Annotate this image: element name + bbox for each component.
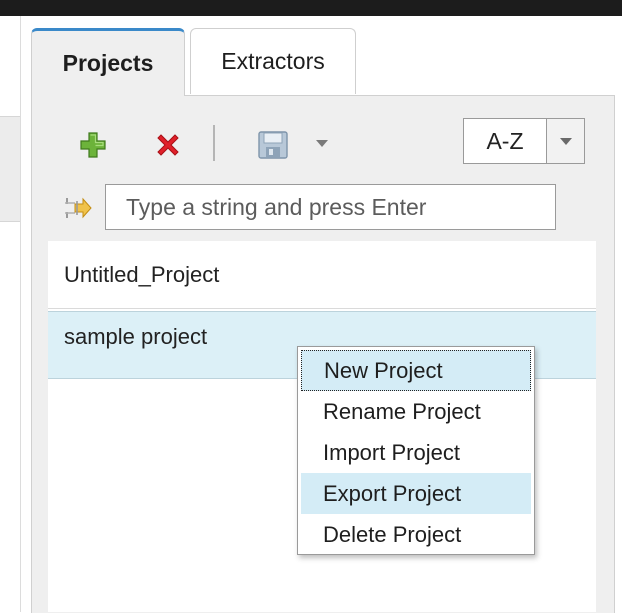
filter-arrow-icon bbox=[65, 197, 92, 219]
left-panel-selected-row[interactable] bbox=[0, 116, 20, 222]
sort-select[interactable]: A-Z bbox=[463, 118, 585, 164]
project-name: sample project bbox=[64, 324, 208, 349]
plus-icon bbox=[80, 132, 106, 158]
menu-item-export-project[interactable]: Export Project bbox=[301, 473, 531, 514]
top-bar bbox=[0, 0, 622, 16]
menu-item-rename-project[interactable]: Rename Project bbox=[301, 391, 531, 432]
floppy-disk-icon bbox=[258, 131, 288, 159]
toolbar-separator bbox=[213, 125, 215, 161]
context-menu: New Project Rename Project Import Projec… bbox=[297, 346, 535, 555]
sort-value: A-Z bbox=[464, 119, 547, 163]
caret-down-icon bbox=[559, 138, 572, 145]
sort-dropdown-button[interactable] bbox=[547, 119, 584, 163]
list-item[interactable]: Untitled_Project bbox=[48, 241, 596, 309]
left-panel bbox=[0, 16, 21, 612]
tab-projects[interactable]: Projects bbox=[31, 28, 185, 96]
tab-extractors-label: Extractors bbox=[221, 48, 325, 74]
tab-projects-label: Projects bbox=[62, 50, 154, 76]
menu-item-new-project[interactable]: New Project bbox=[301, 350, 531, 391]
caret-down-icon bbox=[316, 140, 328, 147]
menu-item-import-project[interactable]: Import Project bbox=[301, 432, 531, 473]
delete-project-button[interactable] bbox=[154, 131, 182, 159]
save-options-button[interactable] bbox=[313, 136, 331, 150]
add-project-button[interactable] bbox=[79, 131, 107, 159]
project-name: Untitled_Project bbox=[64, 261, 220, 287]
menu-item-delete-project[interactable]: Delete Project bbox=[301, 514, 531, 555]
filter-icon-wrap bbox=[62, 193, 94, 223]
save-button[interactable] bbox=[256, 129, 290, 161]
tab-extractors[interactable]: Extractors bbox=[190, 28, 356, 94]
filter-input[interactable] bbox=[105, 184, 556, 230]
x-icon bbox=[157, 134, 179, 156]
